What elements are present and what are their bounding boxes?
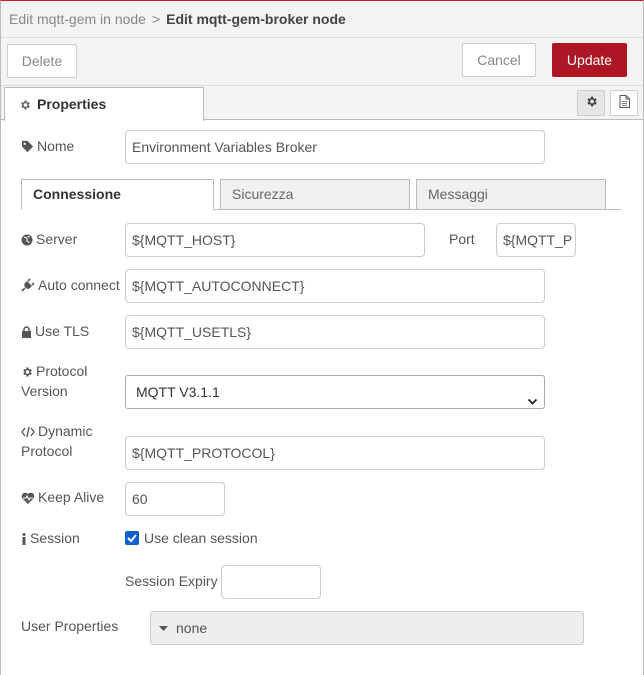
lock-icon (21, 323, 35, 339)
server-input[interactable]: ${MQTT_HOST} (125, 223, 425, 257)
properties-tab-bar: Properties (1, 86, 643, 121)
port-label: Port (449, 231, 475, 247)
tab-connessione[interactable]: Connessione (21, 179, 214, 210)
clean-session-checkbox[interactable] (125, 531, 139, 545)
auto-connect-input[interactable]: ${MQTT_AUTOCONNECT} (125, 269, 545, 303)
tab-properties-label: Properties (37, 96, 107, 112)
clean-session-label[interactable]: Use clean session (144, 528, 258, 548)
name-input[interactable]: Environment Variables Broker (125, 130, 545, 164)
tray-header: Edit mqtt-gem in node > Edit mqtt-gem-brok… (1, 1, 643, 38)
use-tls-label: Use TLS (21, 321, 89, 341)
protocol-version-label: Protocol Version (21, 361, 87, 401)
auto-connect-label-text: Auto connect (38, 277, 120, 293)
breadcrumb-parent[interactable]: Edit mqtt-gem in node (9, 11, 146, 27)
keep-alive-input[interactable]: 60 (125, 482, 225, 516)
gear-icon (585, 95, 598, 111)
page-title: Edit mqtt-gem-broker node (166, 11, 346, 27)
session-label: Session (21, 528, 80, 548)
code-icon (21, 423, 38, 439)
chevron-down-icon (527, 386, 538, 418)
session-expiry-input[interactable] (221, 565, 321, 599)
delete-button[interactable]: Delete (7, 44, 77, 78)
keep-alive-label: Keep Alive (21, 487, 104, 507)
server-label: Server (21, 229, 77, 249)
dynamic-protocol-label-line1: Dynamic (38, 423, 93, 439)
tab-sicurezza[interactable]: Sicurezza (220, 179, 410, 210)
use-tls-input[interactable]: ${MQTT_USETLS} (125, 315, 545, 349)
session-label-text: Session (30, 530, 80, 546)
tag-icon (21, 138, 37, 154)
info-icon (21, 530, 30, 546)
gear-icon (21, 363, 36, 379)
port-input[interactable]: ${MQTT_P (496, 223, 576, 257)
dynamic-protocol-label: Dynamic Protocol (21, 421, 92, 461)
globe-icon (21, 231, 36, 247)
dynamic-protocol-input[interactable]: ${MQTT_PROTOCOL} (125, 436, 545, 470)
tab-messaggi[interactable]: Messaggi (416, 179, 606, 210)
name-label: Nome (21, 136, 74, 156)
protocol-version-value: MQTT V3.1.1 (136, 384, 220, 400)
plug-icon (21, 277, 38, 293)
protocol-version-select[interactable]: MQTT V3.1.1 (125, 375, 545, 409)
dynamic-protocol-label-line2: Protocol (21, 443, 73, 459)
user-properties-select[interactable]: none (150, 611, 584, 645)
user-properties-label: User Properties (21, 618, 119, 634)
protocol-version-label-line2: Version (21, 383, 68, 399)
tray-toolbar: Delete Cancel Update (1, 38, 643, 86)
settings-toggle-button[interactable] (577, 90, 605, 116)
breadcrumb-separator: > (151, 11, 161, 27)
gear-icon (19, 96, 37, 112)
protocol-version-label-line1: Protocol (36, 363, 88, 379)
cancel-button[interactable]: Cancel (462, 43, 536, 77)
heartbeat-icon (21, 489, 38, 505)
keep-alive-label-text: Keep Alive (38, 489, 105, 505)
caret-down-icon (159, 620, 176, 636)
tab-properties[interactable]: Properties (4, 87, 204, 121)
document-icon (619, 95, 630, 111)
session-expiry-label: Session Expiry (125, 573, 218, 589)
use-tls-label-text: Use TLS (35, 323, 90, 339)
name-label-text: Nome (37, 138, 75, 154)
user-properties-value: none (176, 620, 208, 636)
update-button[interactable]: Update (552, 43, 627, 77)
description-toggle-button[interactable] (610, 90, 638, 116)
auto-connect-label: Auto connect (21, 275, 120, 295)
server-label-text: Server (36, 231, 78, 247)
